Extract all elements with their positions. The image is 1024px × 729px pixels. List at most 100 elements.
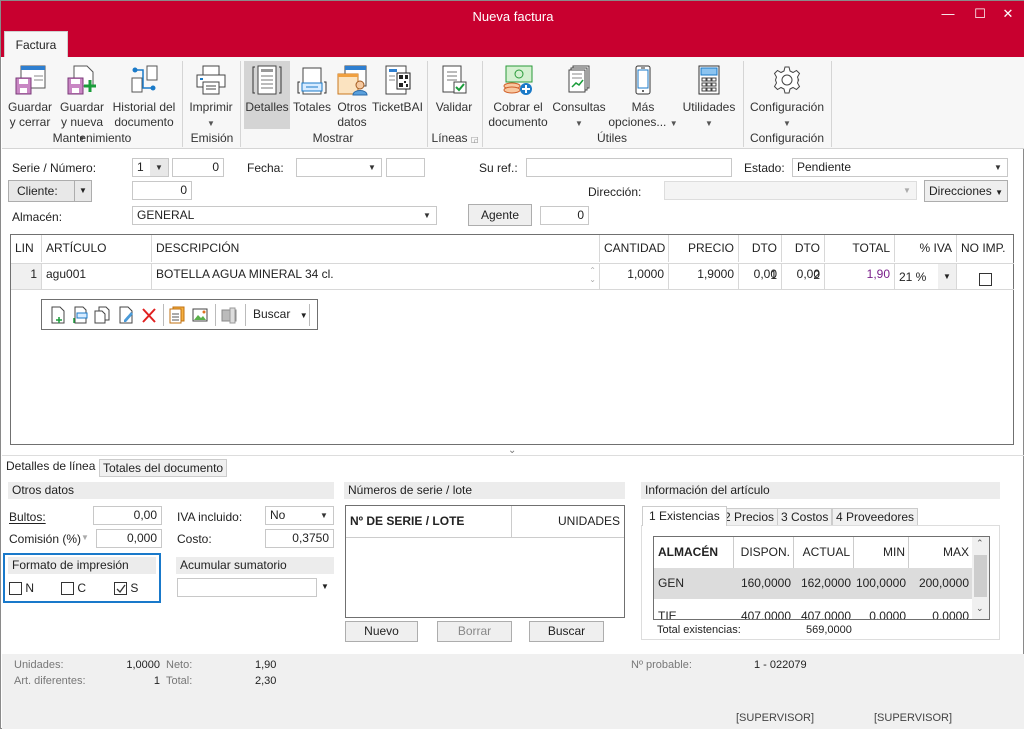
new-line-icon[interactable] (50, 306, 66, 324)
borrar-button[interactable]: Borrar (437, 621, 512, 642)
col-header-max[interactable]: MAX (909, 537, 972, 568)
close-button[interactable]: ✕ (993, 5, 1023, 23)
buscar-dropdown[interactable]: Buscar ▼ (253, 307, 308, 321)
tab-totales-documento[interactable]: Totales del documento (99, 459, 228, 477)
direccion-label: Dirección: (588, 185, 642, 199)
serie-label: Serie / Número: (12, 161, 97, 175)
formato-s-checkbox[interactable] (114, 582, 127, 596)
existencias-scrollbar[interactable]: ⌃ ⌄ (972, 537, 989, 619)
cell-dto1[interactable]: 0,00 (739, 263, 782, 290)
direccion-select[interactable]: ▼ (664, 181, 917, 200)
numero-input[interactable]: 0 (172, 158, 224, 177)
col-header-unidades[interactable]: UNIDADES (512, 506, 624, 538)
col-header-iva[interactable]: % IVA (895, 235, 957, 262)
costo-input[interactable]: 0,3750 (265, 529, 334, 548)
copy-line-icon[interactable] (94, 306, 110, 324)
delete-line-icon[interactable] (141, 306, 157, 324)
formato-n-checkbox[interactable] (9, 582, 22, 596)
col-header-dto2[interactable]: DTO 2 (782, 235, 825, 282)
table-row[interactable]: GEN 160,0000 162,0000 100,0000 200,0000 (654, 568, 972, 599)
edit-line-icon[interactable] (118, 306, 134, 324)
iva-incluido-select[interactable]: No ▼ (265, 506, 334, 525)
col-header-precio[interactable]: PRECIO (669, 235, 739, 262)
scroll-down-icon[interactable]: ⌄ (976, 603, 984, 614)
fecha-picker[interactable]: ▼ (296, 158, 382, 177)
serie-select[interactable]: 1 ▼ (132, 158, 169, 177)
consultas-button[interactable]: Consultas ▼ (552, 61, 606, 129)
cell-total[interactable]: 1,90 (825, 263, 895, 290)
formato-s-option[interactable]: S (114, 581, 138, 596)
otros-datos-button[interactable]: Otros datos (333, 61, 371, 129)
col-header-actual[interactable]: ACTUAL (794, 537, 854, 568)
col-header-dispon[interactable]: DISPON. (734, 537, 794, 568)
col-header-descripcion[interactable]: DESCRIPCIÓN (152, 235, 600, 262)
cell-iva-select[interactable]: 21 % ▼ (895, 263, 957, 290)
acumular-select[interactable] (177, 578, 317, 597)
ribbon-tab-factura[interactable]: Factura (4, 31, 68, 57)
minimize-button[interactable]: — (933, 5, 963, 23)
chevron-down-icon[interactable]: ▼ (321, 582, 329, 591)
configuracion-button[interactable]: Configuración ▼ (747, 61, 827, 129)
buscar-button[interactable]: Buscar (529, 621, 604, 642)
estado-select[interactable]: Pendiente ▼ (792, 158, 1008, 177)
col-header-dto1[interactable]: DTO 1 (739, 235, 782, 282)
costo-label: Costo: (177, 532, 212, 546)
agente-button[interactable]: Agente (468, 204, 532, 226)
cell-precio[interactable]: 1,9000 (669, 263, 739, 290)
col-header-min[interactable]: MIN (854, 537, 909, 568)
mas-opciones-button[interactable]: Más opciones... ▼ (608, 61, 678, 129)
ticketbai-button[interactable]: TicketBAI (372, 61, 423, 129)
almacen-select[interactable]: GENERAL ▼ (132, 206, 437, 225)
scroll-arrows-icon[interactable]: ⌃ ⌄ (589, 266, 596, 284)
formato-c-checkbox[interactable] (61, 582, 74, 596)
col-header-articulo[interactable]: ARTÍCULO (42, 235, 152, 262)
cell-dto2[interactable]: 0,00 (782, 263, 825, 290)
formato-c-option[interactable]: C (61, 581, 86, 596)
hora-input[interactable] (386, 158, 425, 177)
imprimir-button[interactable]: Imprimir ▼ (187, 61, 235, 129)
tab-detalles-linea[interactable]: Detalles de línea (3, 457, 99, 477)
guardar-cerrar-button[interactable]: Guardar y cerrar (6, 61, 54, 129)
cell-descripcion[interactable]: BOTELLA AGUA MINERAL 34 cl. ⌃ ⌄ (152, 263, 600, 290)
col-header-no-imp[interactable]: NO IMP. (957, 235, 1014, 262)
no-imp-checkbox[interactable] (979, 273, 992, 287)
comision-input[interactable]: 0,000 (96, 529, 162, 548)
cobrar-documento-button[interactable]: Cobrar el documento (487, 61, 549, 129)
col-header-total[interactable]: TOTAL (825, 235, 895, 262)
table-row[interactable]: TIE 407,0000 407,0000 0,0000 0,0000 (654, 599, 972, 619)
bultos-input[interactable]: 0,00 (93, 506, 162, 525)
cell-cantidad[interactable]: 1,0000 (600, 263, 669, 290)
scrollbar-thumb[interactable] (974, 555, 987, 597)
cell-no-imp[interactable] (957, 263, 1014, 290)
col-header-serie-lote[interactable]: Nº DE SERIE / LOTE (346, 506, 512, 538)
utilidades-button[interactable]: Utilidades ▼ (680, 61, 738, 129)
col-header-lin[interactable]: LIN (11, 235, 42, 262)
image-icon[interactable] (192, 306, 208, 324)
formato-n-option[interactable]: N (9, 581, 34, 596)
col-header-cantidad[interactable]: CANTIDAD (600, 235, 669, 262)
col-header-almacen[interactable]: ALMACÉN (654, 537, 734, 568)
validar-button[interactable]: Validar (432, 61, 476, 129)
tab-precios[interactable]: 2 Precios (720, 508, 779, 526)
guardar-nueva-button[interactable]: Guardar y nueva ▼ (57, 61, 107, 143)
cliente-input[interactable]: 0 (132, 181, 192, 200)
totales-button[interactable]: Totales (292, 61, 332, 129)
agente-input[interactable]: 0 (540, 206, 589, 225)
cell-articulo[interactable]: agu001 (42, 263, 152, 290)
detalles-button[interactable]: Detalles (244, 61, 290, 129)
notes-icon[interactable] (169, 306, 185, 324)
direcciones-button[interactable]: Direcciones ▼ (924, 180, 1008, 202)
cell-lin[interactable]: 1 (11, 263, 42, 290)
nuevo-button[interactable]: Nuevo (345, 621, 418, 642)
historial-button[interactable]: Historial del documento (110, 61, 178, 129)
dialog-launcher-icon[interactable]: ◲ (471, 135, 479, 144)
suref-input[interactable] (526, 158, 732, 177)
cliente-button[interactable]: Cliente: ▼ (8, 180, 92, 202)
maximize-button[interactable]: ☐ (965, 5, 995, 23)
tab-existencias[interactable]: 1 Existencias (642, 506, 727, 526)
tab-costos[interactable]: 3 Costos (777, 508, 833, 526)
scroll-up-icon[interactable]: ⌃ (976, 538, 984, 549)
comision-dropdown-icon[interactable]: ▼ (81, 533, 89, 542)
insert-line-icon[interactable] (72, 306, 88, 324)
tab-proveedores[interactable]: 4 Proveedores (832, 508, 919, 526)
